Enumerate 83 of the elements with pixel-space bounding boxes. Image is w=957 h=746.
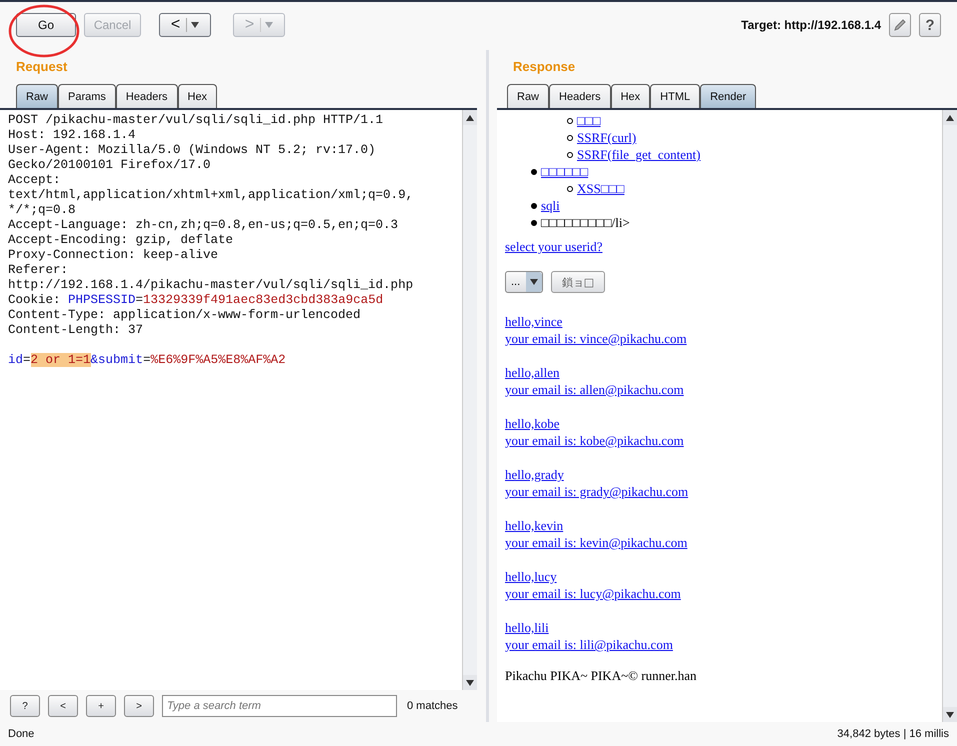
request-tab[interactable]: Raw	[16, 84, 58, 108]
request-line: http://192.168.1.4/pikachu-master/vul/sqli/sqli_id.php	[8, 278, 414, 292]
annotation-circle	[8, 4, 80, 58]
bullet-icon	[531, 168, 537, 174]
request-line: Cookie: PHPSESSID=13329339f491aec83ed3cbd383a9ca5d	[8, 293, 384, 307]
down-arrow-icon	[530, 279, 538, 285]
email-link[interactable]: your email is: lucy@pikachu.com	[505, 585, 681, 602]
request-line: Content-Length: 37	[8, 323, 144, 337]
request-line: Proxy-Connection: keep-alive	[8, 248, 218, 262]
request-title: Request	[15, 58, 68, 76]
email-link[interactable]: your email is: grady@pikachu.com	[505, 483, 688, 500]
request-line: */*;q=0.8	[8, 203, 76, 217]
request-line: Referer:	[8, 263, 68, 277]
search-nav-button[interactable]: <	[48, 695, 78, 717]
down-arrow-icon	[265, 22, 274, 28]
email-link[interactable]: your email is: vince@pikachu.com	[505, 330, 687, 347]
request-line: POST /pikachu-master/vul/sqli/sqli_id.php HTTP/1.1	[8, 113, 384, 127]
greeting-link[interactable]: hello,grady	[505, 466, 564, 483]
menu-link[interactable]: XSS□□□	[577, 180, 624, 197]
edit-button[interactable]	[889, 13, 911, 37]
greeting-link[interactable]: hello,allen	[505, 364, 560, 381]
bullet-icon	[531, 220, 537, 226]
response-tab[interactable]: Hex	[610, 84, 650, 108]
scrollbar[interactable]	[942, 110, 957, 722]
menu-link[interactable]: □□□	[577, 112, 601, 129]
scrollbar[interactable]	[462, 110, 477, 690]
prompt-link[interactable]: select your userid?	[505, 239, 602, 254]
email-link[interactable]: your email is: kobe@pikachu.com	[505, 432, 684, 449]
response-title: Response	[512, 58, 576, 76]
response-tab[interactable]: Headers	[549, 84, 611, 108]
bullet-icon	[531, 202, 537, 208]
request-line: Accept-Encoding: gzip, deflate	[8, 233, 234, 247]
userid-select[interactable]: ...	[505, 271, 543, 293]
bullet-icon	[567, 152, 573, 158]
bullet-icon	[567, 186, 573, 192]
bullet-icon	[567, 118, 573, 124]
request-line: Gecko/20100101 Firefox/17.0	[8, 158, 211, 172]
search-field[interactable]: Type a search term	[162, 695, 397, 717]
request-line: id=2 or 1=1&submit=%E6%9F%A5%E8%AF%A2	[8, 353, 286, 367]
go-button[interactable]: Go	[16, 13, 76, 37]
status-text: Done	[8, 728, 34, 740]
down-arrow-icon	[466, 680, 474, 686]
response-tab[interactable]: HTML	[650, 84, 700, 108]
email-link[interactable]: your email is: kevin@pikachu.com	[505, 534, 688, 551]
up-arrow-icon	[466, 114, 474, 120]
request-tab[interactable]: Params	[58, 84, 116, 108]
pencil-icon	[893, 18, 907, 32]
request-line: Accept:	[8, 173, 61, 187]
request-line: User-Agent: Mozilla/5.0 (Windows NT 5.2; rv:17.0)	[8, 143, 376, 157]
response-tab[interactable]: Render	[700, 84, 756, 108]
help-button[interactable]: ?	[10, 695, 40, 717]
help-button[interactable]: ?	[919, 13, 941, 37]
email-link[interactable]: your email is: lili@pikachu.com	[505, 636, 673, 653]
request-line: Host: 192.168.1.4	[8, 128, 136, 142]
request-tab[interactable]: Hex	[178, 84, 218, 108]
up-arrow-icon	[946, 114, 954, 120]
match-count: 0 matches	[407, 700, 458, 712]
response-stats: 34,842 bytes | 16 millis	[837, 728, 949, 740]
down-arrow-icon	[191, 22, 200, 28]
request-tab[interactable]: Headers	[116, 84, 178, 108]
search-nav-button[interactable]: >	[124, 695, 154, 717]
menu-text: □□□□□□□□□/li>	[541, 214, 630, 231]
request-line: Accept-Language: zh-cn,zh;q=0.8,en-us;q=0.5,en;q=0.3	[8, 218, 398, 232]
search-nav-button[interactable]: +	[86, 695, 116, 717]
greeting-link[interactable]: hello,vince	[505, 313, 562, 330]
greeting-link[interactable]: hello,kobe	[505, 415, 560, 432]
email-link[interactable]: your email is: allen@pikachu.com	[505, 381, 684, 398]
response-tab[interactable]: Raw	[507, 84, 550, 108]
bullet-icon	[567, 134, 573, 140]
target-label: Target: http://192.168.1.4	[741, 18, 881, 32]
footer-text: Pikachu PIKA~ PIKA~© runner.han	[505, 668, 698, 684]
menu-link[interactable]: sqli	[541, 197, 560, 214]
back-button[interactable]: <	[159, 13, 211, 37]
greeting-link[interactable]: hello,lili	[505, 619, 549, 636]
greeting-link[interactable]: hello,lucy	[505, 568, 557, 585]
down-arrow-icon	[946, 712, 954, 718]
greeting-link[interactable]: hello,kevin	[505, 517, 564, 534]
menu-link[interactable]: SSRF(curl)	[577, 129, 636, 146]
submit-button[interactable]: 鎖ョ□	[551, 271, 605, 293]
request-line: text/html,application/xhtml+xml,application/xml;q=0.9,	[8, 188, 414, 202]
menu-link[interactable]: □□□□□□	[541, 163, 588, 180]
request-line: Content-Type: application/x-www-form-urlencoded	[8, 308, 361, 322]
menu-link[interactable]: SSRF(file_get_content)	[577, 146, 700, 163]
